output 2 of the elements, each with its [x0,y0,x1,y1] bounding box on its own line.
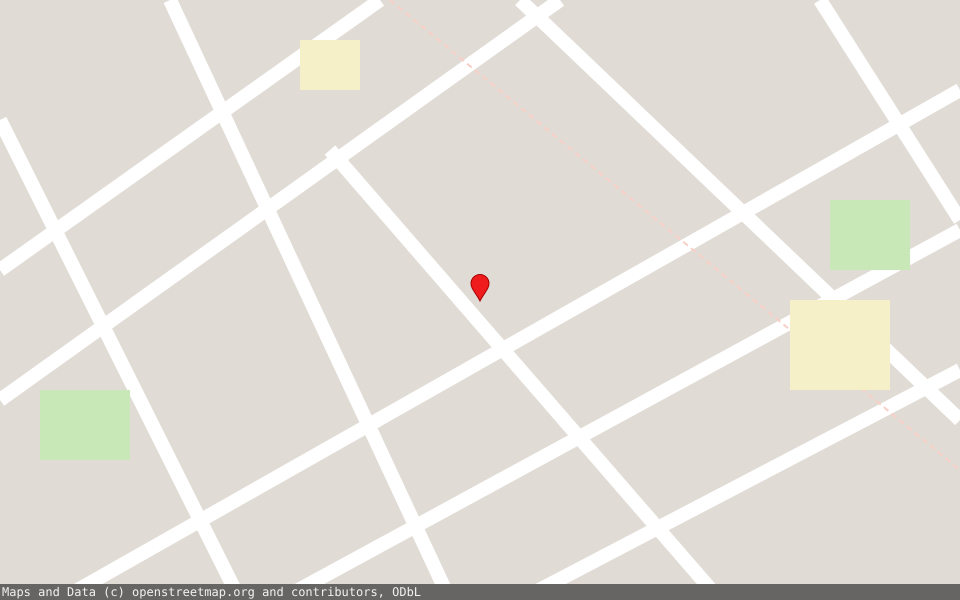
map-pin-icon[interactable] [470,274,490,302]
attribution-text: Maps and Data (c) openstreetmap.org and contributors, ODbL [0,584,960,600]
